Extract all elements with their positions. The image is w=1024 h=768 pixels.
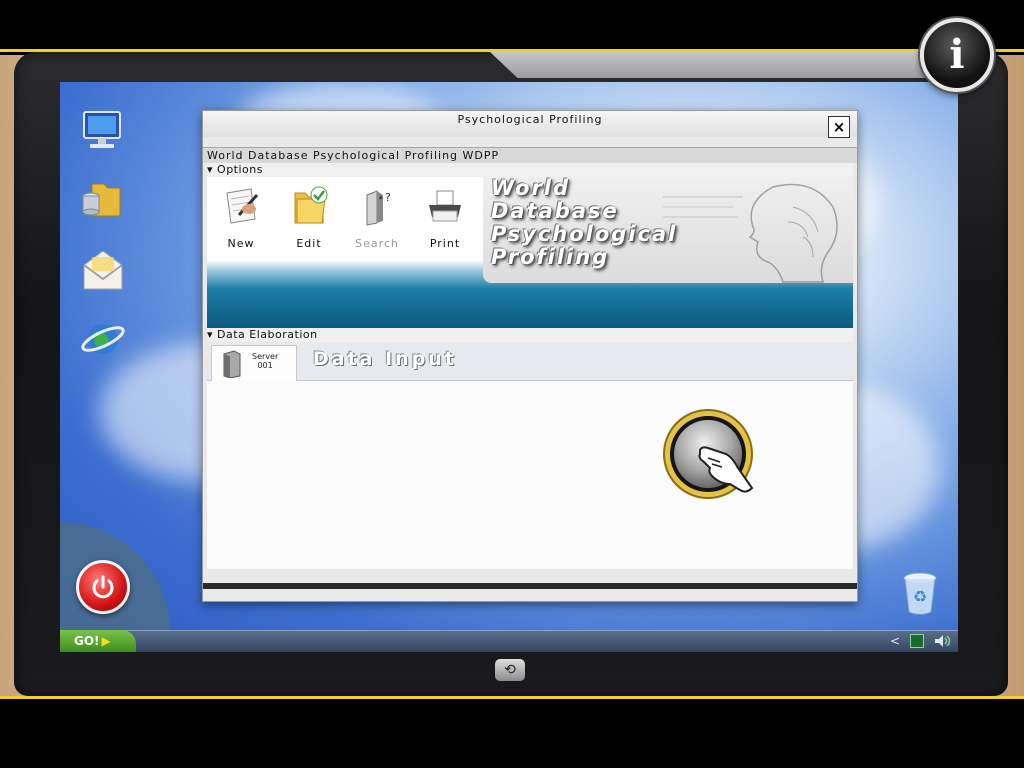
hand-pointer-button[interactable]: [662, 408, 758, 504]
collapse-triangle-icon: ▾: [207, 328, 218, 341]
print-label: Print: [429, 237, 461, 250]
power-icon: [92, 575, 114, 599]
system-tray: <: [890, 633, 952, 649]
recycle-bin-icon[interactable]: ♻: [900, 570, 940, 616]
tray-collapse-icon[interactable]: <: [890, 634, 900, 648]
go-label: GO!: [74, 634, 100, 648]
search-label: Search: [355, 237, 399, 250]
banner-line-3: Psychological: [491, 222, 678, 246]
monitor-brand-logo-icon: ⟲: [495, 659, 525, 681]
folder-check-icon: [294, 186, 328, 224]
go-start-button[interactable]: GO! ▶: [60, 630, 136, 652]
psychological-profiling-window: Psychological Profiling × World Database…: [202, 110, 858, 602]
data-elaboration-section-header[interactable]: ▾ Data Elaboration: [207, 328, 853, 342]
monitor-gloss: [490, 52, 950, 78]
server-label-line2: 001: [257, 361, 273, 370]
info-button[interactable]: i: [920, 18, 994, 92]
banner-line-1: World: [491, 177, 571, 200]
data-tabs-bar: Server 001 Data Input: [207, 343, 853, 381]
window-footer-bar: [203, 583, 857, 589]
banner-line-4: Profiling: [491, 245, 610, 269]
go-arrow-icon: ▶: [101, 634, 111, 648]
banner-title: World Database Psychological Profiling: [491, 177, 751, 269]
taskbar: [60, 630, 958, 652]
power-button[interactable]: [76, 560, 130, 614]
server-001-tab[interactable]: Server 001: [211, 345, 297, 381]
printer-icon: [429, 190, 461, 222]
close-button[interactable]: ×: [828, 116, 850, 138]
search-button[interactable]: ? ▴ Search: [343, 177, 411, 277]
game-scene: ♻ GO! ▶ < Psychological Profiling × World…: [0, 0, 1024, 768]
options-label: Options: [217, 163, 263, 176]
server-label-line1: Server: [252, 352, 279, 361]
new-label: New: [227, 237, 255, 250]
data-elaboration-label: Data Elaboration: [217, 328, 318, 341]
options-panel: New Edit ? ▴ Search Print World Database…: [207, 177, 853, 328]
wdpp-banner: World Database Psychological Profiling: [483, 177, 853, 283]
collapse-triangle-icon: ▾: [207, 163, 218, 176]
data-input-title: Data Input: [313, 348, 457, 370]
computer-icon[interactable]: [78, 106, 128, 156]
svg-text:?: ?: [385, 191, 391, 204]
options-toolbar: New Edit ? ▴ Search Print: [207, 177, 479, 277]
edit-button[interactable]: Edit: [275, 177, 343, 277]
volume-icon[interactable]: [934, 634, 952, 648]
internet-globe-icon[interactable]: [78, 314, 128, 364]
new-button[interactable]: New: [207, 177, 275, 277]
svg-text:♻: ♻: [913, 587, 927, 606]
search-document-icon: ? ▴: [366, 190, 391, 226]
window-subtitle: World Database Psychological Profiling W…: [203, 147, 857, 163]
top-letterbox: [0, 0, 1024, 52]
options-section-header[interactable]: ▾ Options: [207, 163, 853, 177]
database-folder-icon[interactable]: [78, 174, 128, 224]
network-status-icon[interactable]: [910, 634, 924, 648]
window-title: Psychological Profiling: [203, 111, 857, 137]
server-icon: [223, 350, 241, 378]
edit-label: Edit: [296, 237, 322, 250]
svg-text:▴: ▴: [379, 193, 383, 201]
bottom-letterbox: [0, 696, 1024, 768]
new-document-pen-icon: [226, 188, 259, 224]
print-button[interactable]: Print: [411, 177, 479, 277]
mail-icon[interactable]: [78, 247, 128, 297]
banner-line-2: Database: [491, 199, 619, 223]
server-label: Server 001: [252, 352, 278, 370]
